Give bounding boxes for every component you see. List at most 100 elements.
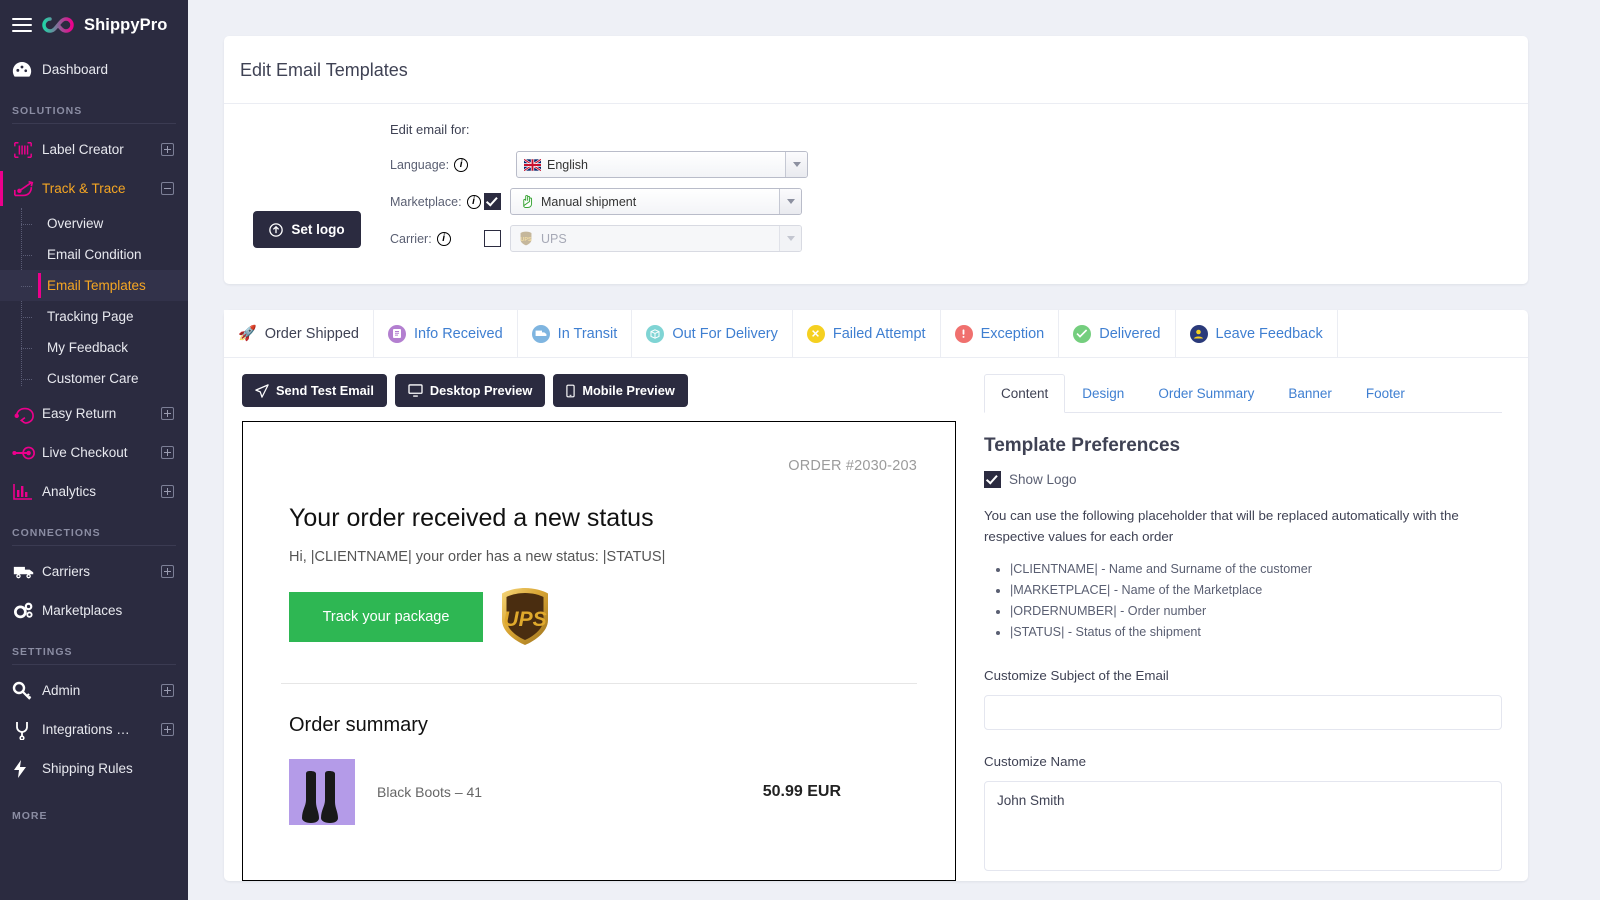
expand-plus-icon[interactable] bbox=[161, 723, 174, 736]
sidebar-item-customer-care[interactable]: Customer Care bbox=[0, 363, 188, 394]
hamburger-icon[interactable] bbox=[12, 14, 32, 36]
expand-plus-icon[interactable] bbox=[161, 565, 174, 578]
tab-order-shipped[interactable]: 🚀 Order Shipped bbox=[224, 310, 374, 357]
monitor-icon bbox=[408, 384, 423, 397]
sidebar: ShippyPro Dashboard SOLUTIONS Label Crea… bbox=[0, 0, 188, 900]
sub-item-label: Email Condition bbox=[47, 247, 142, 262]
sidebar-item-email-templates[interactable]: Email Templates bbox=[0, 270, 188, 301]
order-item-name: Black Boots – 41 bbox=[377, 784, 763, 800]
marketplace-checkbox[interactable] bbox=[484, 193, 501, 210]
tab-delivered[interactable]: Delivered bbox=[1059, 310, 1175, 357]
tab-order-summary[interactable]: Order Summary bbox=[1141, 374, 1271, 413]
tab-content[interactable]: Content bbox=[984, 374, 1065, 413]
expand-plus-icon[interactable] bbox=[161, 407, 174, 420]
tab-info-received[interactable]: Info Received bbox=[374, 310, 518, 357]
expand-plus-icon[interactable] bbox=[161, 485, 174, 498]
customize-name-textarea[interactable] bbox=[984, 781, 1502, 871]
tab-out-for-delivery[interactable]: Out For Delivery bbox=[632, 310, 793, 357]
manual-shipment-icon bbox=[518, 194, 534, 209]
sidebar-item-label: Carriers bbox=[42, 564, 161, 579]
carrier-checkbox[interactable] bbox=[484, 230, 501, 247]
brand-header: ShippyPro bbox=[0, 0, 188, 50]
sidebar-item-label: Marketplaces bbox=[42, 603, 174, 618]
carrier-select[interactable]: UPS UPS bbox=[510, 225, 802, 252]
expand-plus-icon[interactable] bbox=[161, 684, 174, 697]
exception-icon bbox=[955, 325, 973, 343]
tab-exception[interactable]: Exception bbox=[941, 310, 1060, 357]
sidebar-item-email-condition[interactable]: Email Condition bbox=[0, 239, 188, 270]
sidebar-item-easy-return[interactable]: Easy Return bbox=[0, 394, 188, 433]
form-fields: Edit email for: Language: i bbox=[390, 122, 1528, 262]
sidebar-item-dashboard[interactable]: Dashboard bbox=[0, 50, 188, 89]
tab-design[interactable]: Design bbox=[1065, 374, 1141, 413]
settings-pane: Content Design Order Summary Banner Foot… bbox=[966, 358, 1528, 881]
track-package-button[interactable]: Track your package bbox=[289, 592, 483, 642]
sidebar-section-more: MORE bbox=[0, 788, 188, 828]
sidebar-item-integrations[interactable]: Integrations … bbox=[0, 710, 188, 749]
edit-email-templates-card: Edit Email Templates Set logo Edit email… bbox=[224, 36, 1528, 284]
sidebar-item-admin[interactable]: Admin bbox=[0, 671, 188, 710]
sidebar-item-marketplaces[interactable]: Marketplaces bbox=[0, 591, 188, 630]
show-logo-row: Show Logo bbox=[984, 471, 1502, 488]
svg-text:UPS: UPS bbox=[520, 237, 532, 243]
upload-icon bbox=[269, 223, 283, 237]
mobile-preview-button[interactable]: Mobile Preview bbox=[553, 374, 687, 407]
brand-name: ShippyPro bbox=[84, 16, 167, 35]
order-item-price: 50.99 EUR bbox=[763, 783, 841, 801]
sidebar-item-my-feedback[interactable]: My Feedback bbox=[0, 332, 188, 363]
sidebar-item-shipping-rules[interactable]: Shipping Rules bbox=[0, 749, 188, 788]
sidebar-item-label: Easy Return bbox=[42, 406, 161, 421]
sidebar-item-label: Analytics bbox=[42, 484, 161, 499]
expand-plus-icon[interactable] bbox=[161, 143, 174, 156]
content-tab-bar: Content Design Order Summary Banner Foot… bbox=[984, 374, 1502, 413]
tab-leave-feedback[interactable]: Leave Feedback bbox=[1176, 310, 1338, 357]
gears-icon bbox=[12, 601, 42, 621]
order-item-row: Black Boots – 41 50.99 EUR bbox=[289, 759, 917, 825]
marketplace-info-icon[interactable]: i bbox=[467, 195, 481, 209]
send-test-email-button[interactable]: Send Test Email bbox=[242, 374, 387, 407]
button-label: Mobile Preview bbox=[582, 383, 674, 398]
sidebar-item-label-creator[interactable]: Label Creator bbox=[0, 130, 188, 169]
sidebar-item-track-trace[interactable]: Track & Trace bbox=[0, 169, 188, 208]
collapse-minus-icon[interactable] bbox=[161, 182, 174, 195]
email-cta-row: Track your package UPS bbox=[289, 587, 917, 647]
sidebar-item-carriers[interactable]: Carriers bbox=[0, 552, 188, 591]
sidebar-item-tracking-page[interactable]: Tracking Page bbox=[0, 301, 188, 332]
expand-plus-icon[interactable] bbox=[161, 446, 174, 459]
carrier-info-icon[interactable]: i bbox=[437, 232, 451, 246]
divider bbox=[12, 123, 176, 124]
placeholder-description: You can use the following placeholder th… bbox=[984, 506, 1502, 547]
tab-banner[interactable]: Banner bbox=[1271, 374, 1349, 413]
sub-item-label: Customer Care bbox=[47, 371, 139, 386]
chevron-down-icon[interactable] bbox=[779, 189, 801, 214]
sidebar-item-label: Shipping Rules bbox=[42, 761, 174, 776]
tab-failed-attempt[interactable]: Failed Attempt bbox=[793, 310, 941, 357]
tab-label: Info Received bbox=[414, 326, 503, 342]
truck-icon bbox=[12, 563, 42, 580]
chevron-down-icon[interactable] bbox=[785, 152, 807, 177]
chevron-down-icon[interactable] bbox=[779, 226, 801, 251]
sidebar-item-analytics[interactable]: Analytics bbox=[0, 472, 188, 511]
carrier-value: UPS bbox=[541, 232, 567, 246]
list-item: |STATUS| - Status of the shipment bbox=[1010, 622, 1502, 643]
page-title: Edit Email Templates bbox=[224, 36, 1528, 104]
sidebar-item-overview[interactable]: Overview bbox=[0, 208, 188, 239]
status-tab-bar: 🚀 Order Shipped Info Received In Transit bbox=[224, 310, 1528, 358]
language-label-text: Language: bbox=[390, 158, 449, 172]
main-content: Edit Email Templates Set logo Edit email… bbox=[188, 0, 1600, 900]
sidebar-item-live-checkout[interactable]: Live Checkout bbox=[0, 433, 188, 472]
tab-footer[interactable]: Footer bbox=[1349, 374, 1422, 413]
set-logo-button[interactable]: Set logo bbox=[253, 211, 360, 248]
name-field-label: Customize Name bbox=[984, 754, 1502, 769]
dashboard-icon bbox=[12, 61, 42, 78]
tab-in-transit[interactable]: In Transit bbox=[518, 310, 633, 357]
marketplace-select[interactable]: Manual shipment bbox=[510, 188, 802, 215]
language-select[interactable]: English bbox=[516, 151, 808, 178]
email-settings-form: Set logo Edit email for: Language: i bbox=[224, 104, 1528, 284]
rocket-icon: 🚀 bbox=[238, 326, 257, 341]
language-info-icon[interactable]: i bbox=[454, 158, 468, 172]
desktop-preview-button[interactable]: Desktop Preview bbox=[395, 374, 545, 407]
uk-flag-icon bbox=[524, 159, 541, 171]
subject-input[interactable] bbox=[984, 695, 1502, 730]
show-logo-checkbox[interactable] bbox=[984, 471, 1001, 488]
